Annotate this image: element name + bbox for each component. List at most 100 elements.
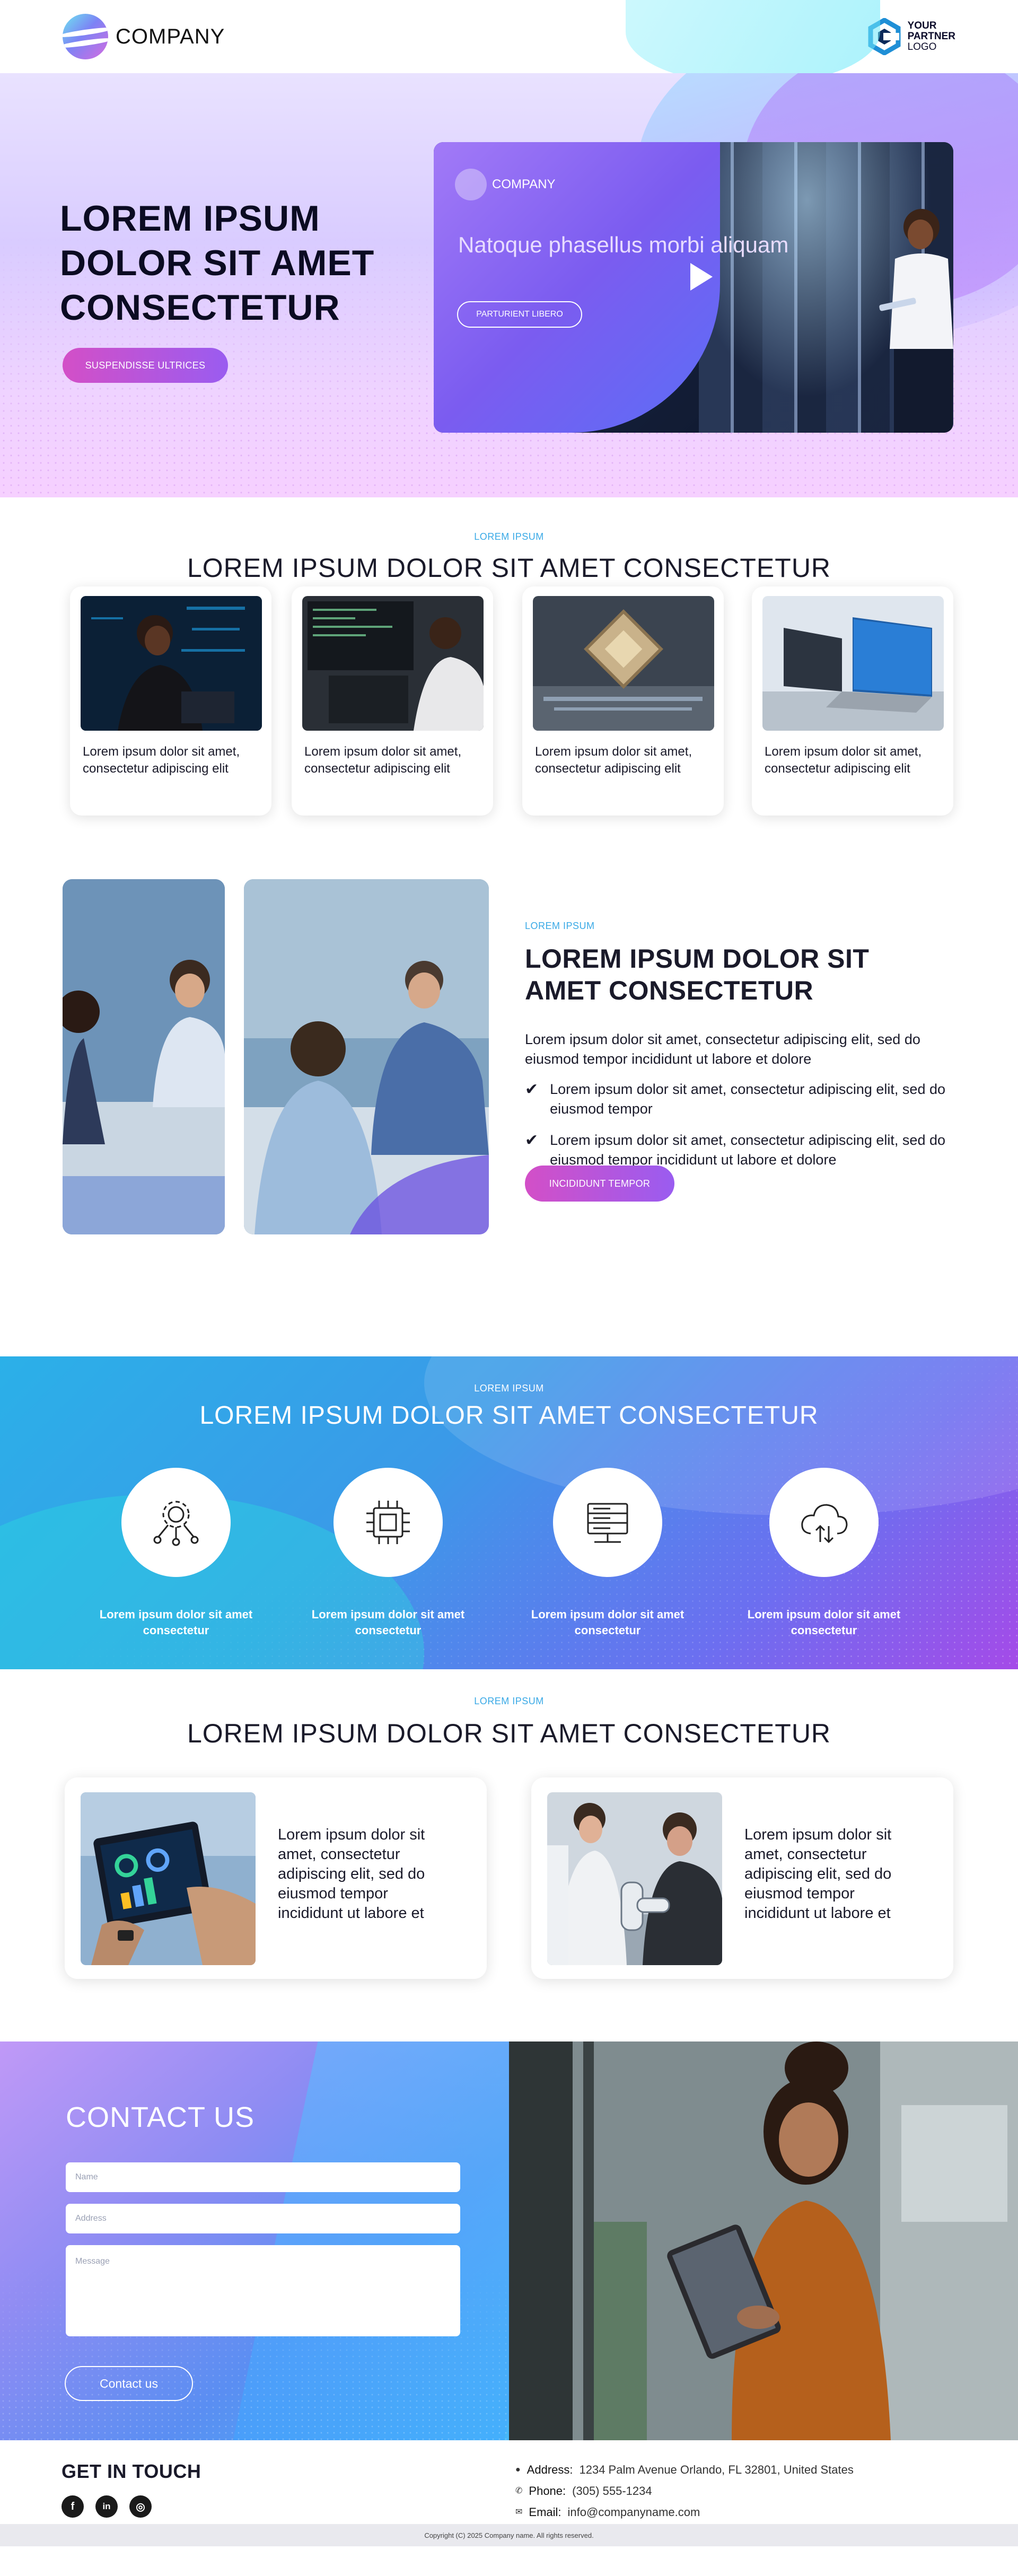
feature-image-robot-lab <box>547 1792 722 1965</box>
phone-row: ✆ Phone: (305) 555-1234 <box>515 2481 854 2502</box>
card-image-laptops <box>762 596 944 731</box>
contact-form-panel: CONTACT US Contact us <box>0 2041 509 2440</box>
video-company-logo: COMPANY <box>455 169 556 200</box>
service-label: Lorem ipsum dolor sit amet consectetur <box>99 1608 253 1637</box>
site-header: COMPANY YOUR PARTNER LOGO <box>0 0 1018 73</box>
feature-card[interactable]: Lorem ipsum dolor sit amet, consectetur … <box>65 1777 487 1979</box>
feature-text: Lorem ipsum dolor sit amet, consectetur … <box>744 1826 892 1922</box>
service-icon-circle <box>769 1468 879 1577</box>
hero-section: LOREM IPSUM DOLOR SIT AMET CONSECTETUR S… <box>0 73 1018 497</box>
card-text: Lorem ipsum dolor sit amet, consectetur … <box>304 744 462 776</box>
header-swoosh-decoration <box>626 0 880 73</box>
phone-value[interactable]: (305) 555-1234 <box>572 2481 652 2502</box>
hero-video-player[interactable]: COMPANY Natoque phasellus morbi aliquam … <box>434 142 953 433</box>
partner-logo[interactable]: YOUR PARTNER LOGO <box>867 18 955 55</box>
card-image-cpu-chip <box>533 596 714 731</box>
chip-icon <box>366 1501 410 1544</box>
service-icon-circle <box>121 1468 231 1577</box>
copyright-bar: Copyright (C) 2025 Company name. All rig… <box>0 2524 1018 2546</box>
service-icon-circle <box>334 1468 443 1577</box>
about-section: LOREM IPSUM LOREM IPSUM DOLOR SIT AMET C… <box>0 879 1018 1356</box>
features-eyebrow: LOREM IPSUM <box>474 1696 544 1706</box>
partner-line-3: LOGO <box>907 41 937 52</box>
checkmark-icon: ✔ <box>525 1132 539 1149</box>
contact-details: ● Address: 1234 Palm Avenue Orlando, FL … <box>515 2459 854 2523</box>
meeting-photo-right <box>244 879 489 1234</box>
info-card[interactable]: Lorem ipsum dolor sit amet, consectetur … <box>752 586 953 816</box>
facebook-icon[interactable]: f <box>62 2495 84 2518</box>
name-field[interactable] <box>66 2162 460 2192</box>
check-item: ✔ Lorem ipsum dolor sit amet, consectetu… <box>525 1080 960 1119</box>
card-text: Lorem ipsum dolor sit amet, consectetur … <box>535 744 692 776</box>
location-pin-icon: ● <box>515 2465 521 2474</box>
message-field[interactable] <box>66 2245 460 2336</box>
services-section: LOREM IPSUM LOREM IPSUM DOLOR SIT AMET C… <box>0 1356 1018 1669</box>
service-item[interactable]: Lorem ipsum dolor sit amet consectetur <box>744 1468 903 1639</box>
play-icon[interactable] <box>690 263 713 291</box>
video-logo-text: COMPANY <box>492 177 556 191</box>
check-item-text: Lorem ipsum dolor sit amet, consectetur … <box>550 1081 946 1117</box>
info-card[interactable]: Lorem ipsum dolor sit amet, consectetur … <box>522 586 724 816</box>
contact-photo-woman-tablet <box>509 2041 1018 2440</box>
card-text: Lorem ipsum dolor sit amet, consectetur … <box>83 744 240 776</box>
services-title: LOREM IPSUM DOLOR SIT AMET CONSECTETUR <box>199 1401 819 1430</box>
email-icon: ✉ <box>515 2508 523 2517</box>
feature-text: Lorem ipsum dolor sit amet, consectetur … <box>278 1826 425 1922</box>
video-logo-icon <box>455 169 487 200</box>
address-label: Address: <box>526 2463 573 2476</box>
service-label: Lorem ipsum dolor sit amet consectetur <box>311 1608 465 1637</box>
video-cta-button[interactable]: PARTURIENT LIBERO <box>457 301 582 328</box>
checkmark-icon: ✔ <box>525 1081 539 1098</box>
email-value[interactable]: info@companyname.com <box>568 2502 700 2523</box>
feature-card[interactable]: Lorem ipsum dolor sit amet, consectetur … <box>531 1777 953 1979</box>
service-item[interactable]: Lorem ipsum dolor sit amet consectetur <box>96 1468 256 1639</box>
address-value: 1234 Palm Avenue Orlando, FL 32801, Unit… <box>579 2463 854 2476</box>
info-card[interactable]: Lorem ipsum dolor sit amet, consectetur … <box>292 586 493 816</box>
contact-submit-button[interactable]: Contact us <box>65 2366 193 2401</box>
video-title: Natoque phasellus morbi aliquam <box>458 232 789 257</box>
technician-figure <box>879 209 953 433</box>
address-field[interactable] <box>66 2204 460 2233</box>
card-text: Lorem ipsum dolor sit amet, consectetur … <box>765 744 922 776</box>
services-eyebrow: LOREM IPSUM <box>474 1383 544 1394</box>
features-title: LOREM IPSUM DOLOR SIT AMET CONSECTETUR <box>187 1719 831 1748</box>
server-icon <box>587 1503 628 1543</box>
service-item[interactable]: Lorem ipsum dolor sit amet consectetur <box>528 1468 687 1639</box>
email-row: ✉ Email: info@companyname.com <box>515 2502 854 2523</box>
hero-cta-button[interactable]: SUSPENDISSE ULTRICES <box>63 348 228 383</box>
service-label: Lorem ipsum dolor sit amet consectetur <box>531 1608 684 1637</box>
linkedin-icon[interactable]: in <box>95 2495 118 2518</box>
get-in-touch-heading: GET IN TOUCH <box>62 2460 201 2482</box>
service-label: Lorem ipsum dolor sit amet consectetur <box>747 1608 901 1637</box>
service-item[interactable]: Lorem ipsum dolor sit amet consectetur <box>309 1468 468 1639</box>
feature-image-tablet-dashboard <box>81 1792 256 1965</box>
address-row: ● Address: 1234 Palm Avenue Orlando, FL … <box>515 2459 854 2481</box>
about-cta-button[interactable]: INCIDIDUNT TEMPOR <box>525 1166 674 1202</box>
info-card[interactable]: Lorem ipsum dolor sit amet, consectetur … <box>70 586 271 816</box>
about-title: LOREM IPSUM DOLOR SIT AMET CONSECTETUR <box>525 944 870 1005</box>
hero-title: LOREM IPSUM DOLOR SIT AMET CONSECTETUR <box>60 198 375 328</box>
card-image-businesswoman <box>81 596 262 731</box>
company-name: COMPANY <box>116 24 225 48</box>
instagram-icon[interactable]: ◎ <box>129 2495 152 2518</box>
partner-line-2: PARTNER <box>907 31 955 42</box>
phone-icon: ✆ <box>515 2486 523 2495</box>
contact-title: CONTACT US <box>66 2101 255 2133</box>
cards-section: LOREM IPSUM LOREM IPSUM DOLOR SIT AMET C… <box>0 497 1018 879</box>
service-icon-circle <box>553 1468 662 1577</box>
company-logo[interactable]: COMPANY <box>63 14 225 59</box>
phone-label: Phone: <box>529 2484 566 2498</box>
about-body: Lorem ipsum dolor sit amet, consectetur … <box>525 1031 920 1067</box>
partner-line-1: YOUR <box>907 20 937 31</box>
gear-network-icon <box>153 1501 199 1546</box>
company-logo-icon <box>63 14 108 59</box>
cards-eyebrow: LOREM IPSUM <box>474 531 544 542</box>
site-footer: GET IN TOUCH f in ◎ ● Address: 1234 Palm… <box>0 2440 1018 2546</box>
about-eyebrow: LOREM IPSUM <box>525 921 595 931</box>
email-label: Email: <box>529 2505 561 2519</box>
meeting-photo-left <box>63 879 225 1234</box>
contact-section: CONTACT US Contact us <box>0 2041 1018 2440</box>
cards-title: LOREM IPSUM DOLOR SIT AMET CONSECTETUR <box>187 553 831 583</box>
check-item: ✔ Lorem ipsum dolor sit amet, consectetu… <box>525 1131 960 1170</box>
social-links: f in ◎ <box>62 2495 152 2518</box>
